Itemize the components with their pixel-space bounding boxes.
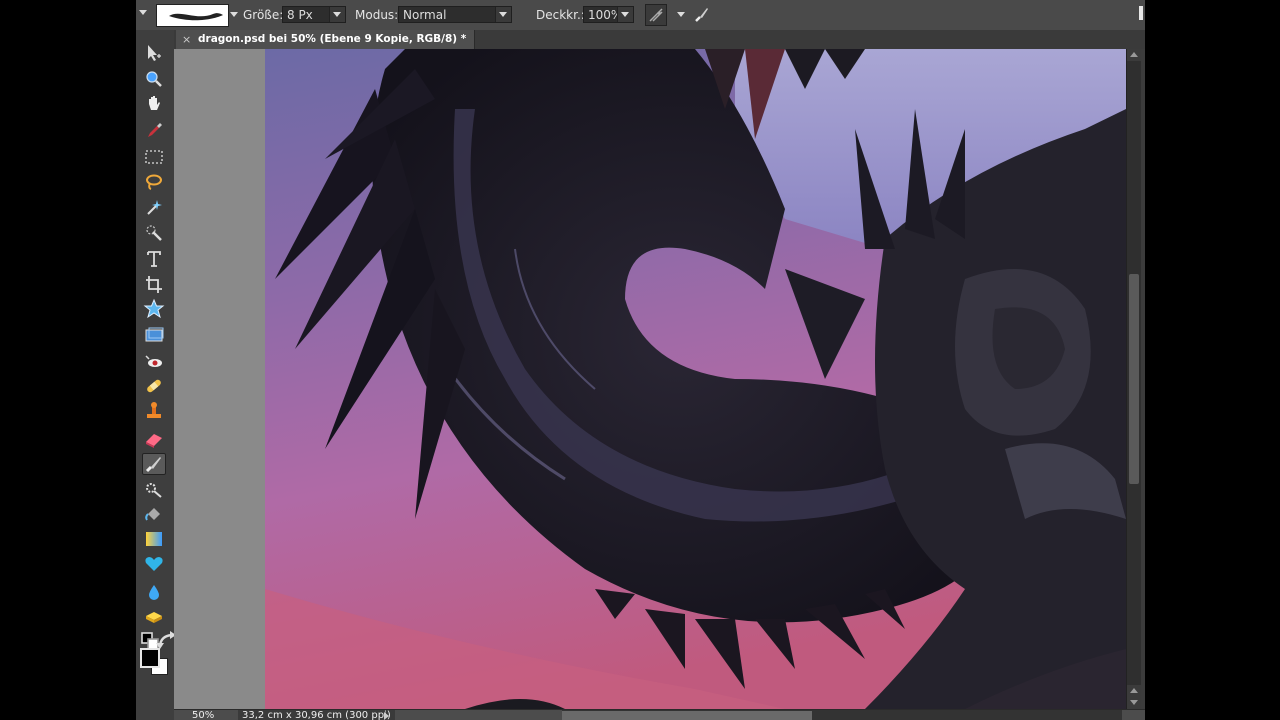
brush-preset-picker[interactable] xyxy=(156,4,229,27)
paint-bucket-tool-icon[interactable] xyxy=(142,503,166,525)
dragon-painting-canvas[interactable] xyxy=(265,49,1126,709)
brush-settings-dropdown-arrow[interactable] xyxy=(677,12,685,17)
scroll-up-small-button[interactable] xyxy=(1127,685,1141,697)
tool-options-bar: Größe: 8 Px Modus: Normal Deckkr.: 100% xyxy=(136,0,1145,31)
chevron-down-icon[interactable] xyxy=(617,7,633,22)
document-size-info: 33,2 cm x 30,96 cm (300 ppi) xyxy=(238,710,395,720)
spot-healing-brush-tool-icon[interactable] xyxy=(142,375,166,397)
magic-wand-tool-icon[interactable] xyxy=(142,196,166,218)
gradient-tool-icon[interactable] xyxy=(142,528,166,550)
brush-tool-icon[interactable] xyxy=(142,453,166,475)
sponge-tool-icon[interactable] xyxy=(142,606,166,628)
horizontal-scrollbar[interactable] xyxy=(562,710,1122,720)
opacity-label: Deckkr.: xyxy=(536,8,585,22)
straighten-tool-icon[interactable] xyxy=(142,324,166,346)
chevron-down-icon[interactable] xyxy=(495,7,511,22)
close-icon[interactable]: × xyxy=(182,30,191,49)
default-colors-icon[interactable] xyxy=(140,630,159,650)
scroll-up-button[interactable] xyxy=(1127,49,1141,61)
smart-brush-tool-icon[interactable] xyxy=(142,478,166,500)
brush-stroke-preview-icon xyxy=(169,13,223,21)
rectangular-marquee-tool-icon[interactable] xyxy=(142,146,166,168)
type-tool-icon[interactable] xyxy=(142,248,166,270)
move-tool-icon[interactable] xyxy=(142,42,166,64)
crop-tool-icon[interactable] xyxy=(142,274,166,296)
custom-shape-tool-icon[interactable] xyxy=(142,553,166,575)
canvas-area[interactable] xyxy=(174,49,1126,709)
opacity-field[interactable]: 100% xyxy=(583,6,634,23)
zoom-level[interactable]: 50% xyxy=(192,710,214,720)
zoom-tool-icon[interactable] xyxy=(142,68,166,90)
document-tab-bar: × dragon.psd bei 50% (Ebene 9 Kopie, RGB… xyxy=(174,30,1145,49)
tools-panel xyxy=(136,30,176,720)
brush-preset-dropdown-arrow[interactable] xyxy=(230,12,238,17)
swap-colors-icon[interactable] xyxy=(156,630,176,649)
horizontal-scrollbar-thumb[interactable] xyxy=(562,711,812,720)
foreground-background-color-icon[interactable] xyxy=(139,646,169,678)
blur-tool-icon[interactable] xyxy=(142,581,166,603)
document-tab-title: dragon.psd bei 50% (Ebene 9 Kopie, RGB/8… xyxy=(198,33,467,45)
vertical-scrollbar[interactable] xyxy=(1126,49,1141,709)
eraser-tool-icon[interactable] xyxy=(142,428,166,450)
brush-size-field[interactable]: 8 Px xyxy=(282,6,346,23)
quick-selection-tool-icon[interactable] xyxy=(142,222,166,244)
brush-size-value: 8 Px xyxy=(287,8,313,22)
mode-label: Modus: xyxy=(355,8,399,22)
clone-stamp-tool-icon[interactable] xyxy=(142,400,166,422)
vertical-scrollbar-thumb[interactable] xyxy=(1129,274,1139,484)
status-bar: 50% 33,2 cm x 30,96 cm (300 ppi) xyxy=(174,709,1145,720)
blend-mode-value: Normal xyxy=(403,8,447,22)
dragon-artwork-image xyxy=(265,49,1126,709)
airbrush-toggle-icon[interactable] xyxy=(645,4,667,26)
lasso-tool-icon[interactable] xyxy=(142,171,166,193)
status-menu-arrow-icon[interactable] xyxy=(384,712,389,720)
foreground-color-swatch[interactable] xyxy=(140,648,160,668)
red-eye-tool-icon[interactable] xyxy=(142,351,166,373)
document-tab[interactable]: × dragon.psd bei 50% (Ebene 9 Kopie, RGB… xyxy=(176,30,476,49)
blend-mode-select[interactable]: Normal xyxy=(398,6,512,23)
tablet-options-icon[interactable] xyxy=(691,4,711,24)
size-label: Größe: xyxy=(243,8,284,22)
chevron-down-icon[interactable] xyxy=(329,7,345,22)
eyedropper-tool-icon[interactable] xyxy=(142,119,166,141)
photoshop-elements-window: Größe: 8 Px Modus: Normal Deckkr.: 100% xyxy=(136,0,1145,720)
tool-preset-dropdown-arrow[interactable] xyxy=(139,10,147,15)
scroll-down-button[interactable] xyxy=(1127,697,1141,709)
cookie-cutter-tool-icon[interactable] xyxy=(142,298,166,320)
panel-edge xyxy=(1139,6,1143,20)
hand-tool-icon[interactable] xyxy=(142,93,166,115)
